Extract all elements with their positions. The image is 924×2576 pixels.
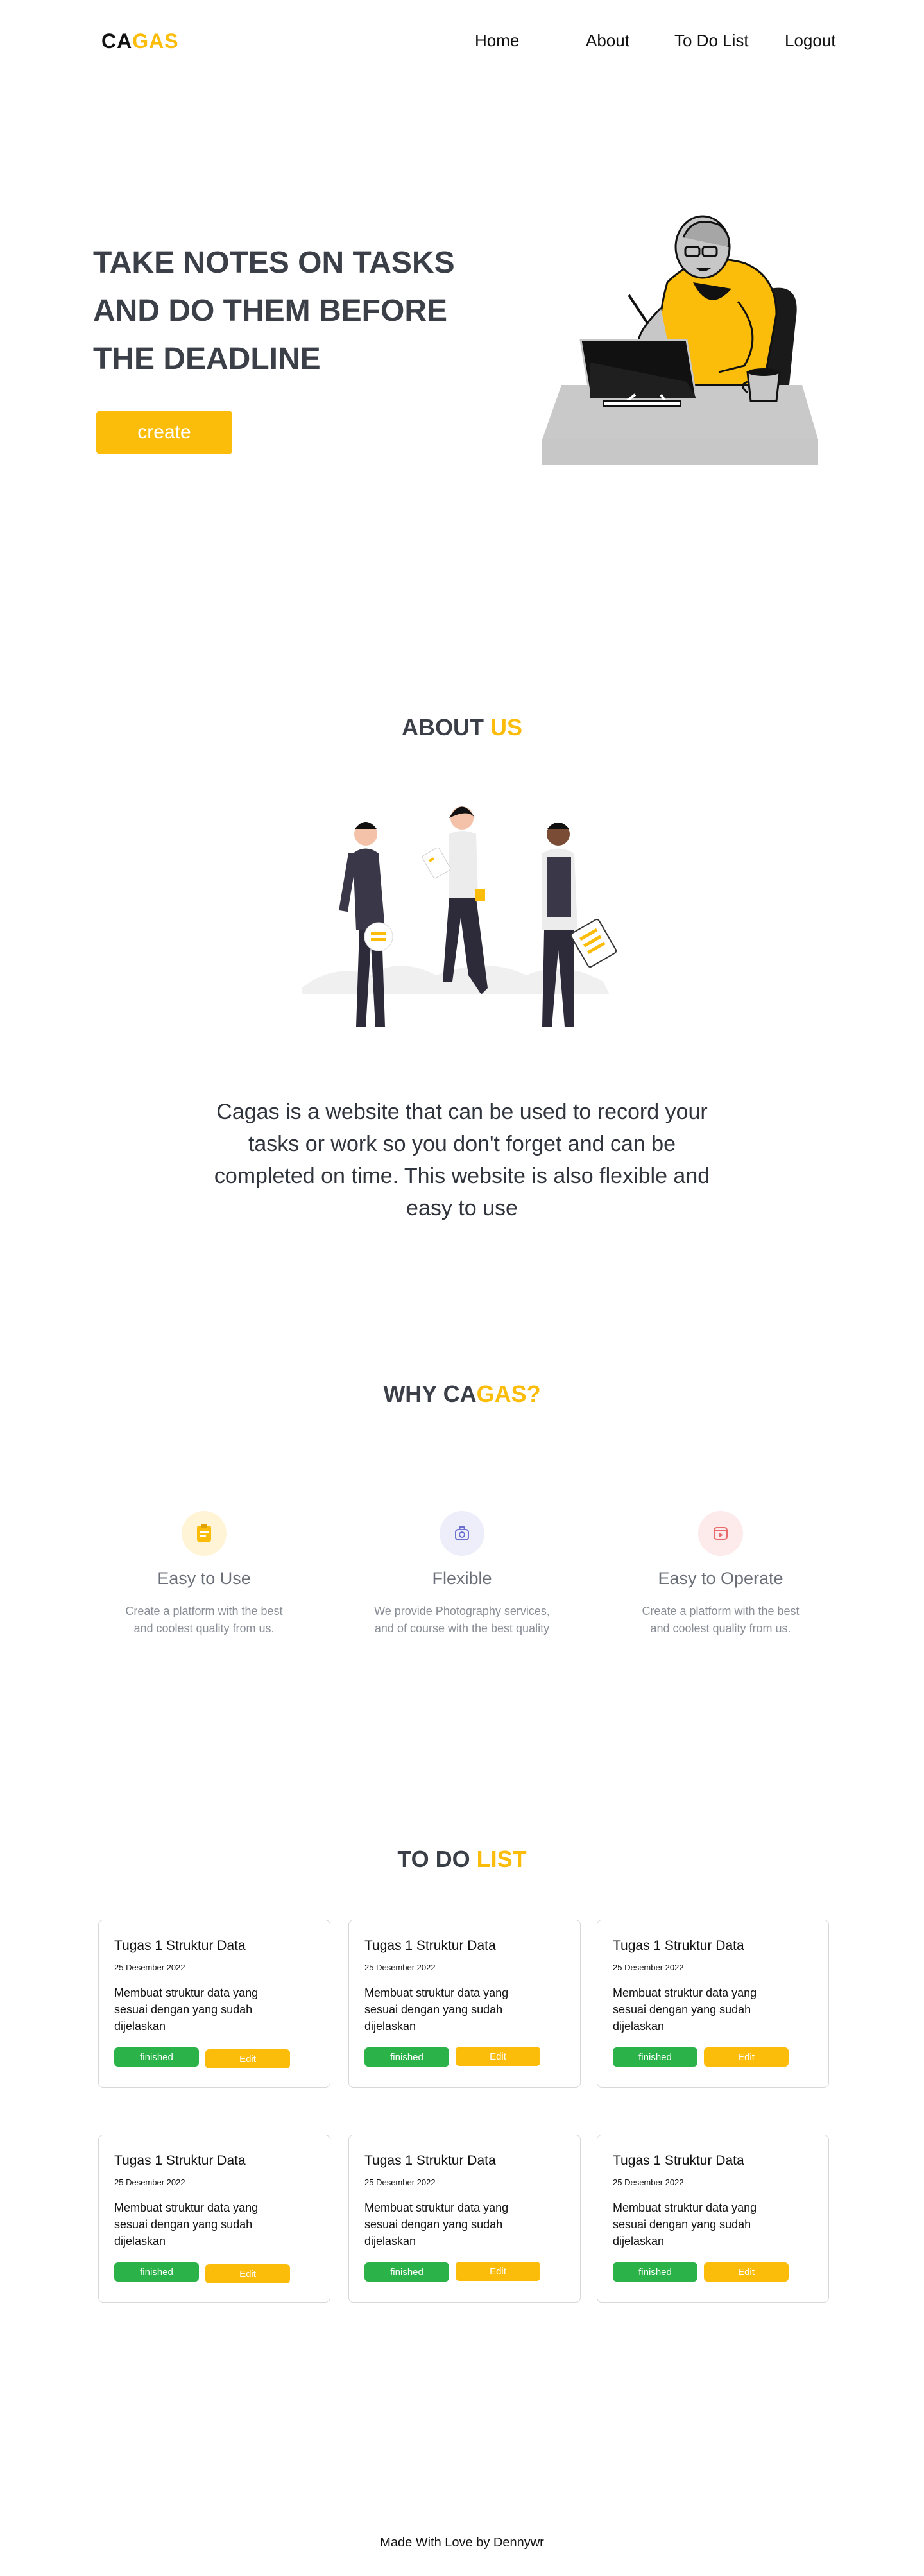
footer-text: Made With Love by Dennywr	[380, 2536, 544, 2550]
todo-card-date: 25 Desember 2022	[364, 2178, 436, 2187]
todo-card-description: Membuat struktur data yang sesuai dengan…	[364, 1986, 509, 2033]
todo-card-date: 25 Desember 2022	[613, 1963, 684, 1972]
todo-card-description: Membuat struktur data yang sesuai dengan…	[613, 2201, 757, 2248]
todo-card-title: Tugas 1 Struktur Data	[114, 1938, 246, 1953]
team-with-notes-illustration	[302, 806, 617, 1027]
todo-card-date: 25 Desember 2022	[613, 2178, 684, 2187]
todo-card-title: Tugas 1 Struktur Data	[114, 2153, 246, 2168]
logo-part-dark: CA	[101, 30, 133, 53]
todo-card: Tugas 1 Struktur Data 25 Desember 2022 M…	[348, 2135, 581, 2303]
camera-bag-icon	[440, 1511, 484, 1556]
finished-button[interactable]: finished	[364, 2262, 449, 2282]
person-working-on-laptop-illustration	[542, 215, 818, 465]
feature-description: We provide Photography services, and of …	[374, 1605, 550, 1635]
finished-button[interactable]: finished	[613, 2262, 697, 2282]
hero-title: TAKE NOTES ON TASKS AND DO THEM BEFORE T…	[93, 239, 478, 383]
about-title-accent: US	[490, 714, 522, 740]
hero-title-line: AND DO THEM BEFORE	[93, 294, 447, 328]
nav-link-todo-list[interactable]: To Do List	[674, 31, 749, 51]
video-play-icon	[698, 1511, 743, 1556]
todo-card-date: 25 Desember 2022	[114, 1963, 185, 1972]
nav-link-about[interactable]: About	[586, 31, 629, 51]
about-title: ABOUT US	[0, 714, 924, 741]
logo-part-accent: GAS	[132, 30, 179, 53]
feature-description: Create a platform with the best and cool…	[125, 1605, 283, 1635]
todo-title-accent: LIST	[476, 1846, 527, 1872]
nav-link-logout[interactable]: Logout	[785, 31, 836, 51]
todo-card-title: Tugas 1 Struktur Data	[613, 2153, 744, 2168]
feature-description: Create a platform with the best and cool…	[642, 1605, 800, 1635]
todo-card: Tugas 1 Struktur Data 25 Desember 2022 M…	[98, 1920, 330, 2088]
notepad-icon	[182, 1511, 227, 1556]
todo-card: Tugas 1 Struktur Data 25 Desember 2022 M…	[348, 1920, 581, 2088]
why-title: WHY CAGAS?	[0, 1381, 924, 1408]
edit-button[interactable]: Edit	[704, 2262, 789, 2282]
feature-easy-to-use: Easy to Use Create a platform with the b…	[95, 1511, 313, 1637]
todo-card-description: Membuat struktur data yang sesuai dengan…	[114, 1986, 259, 2033]
edit-button[interactable]: Edit	[456, 2047, 540, 2066]
todo-card-description: Membuat struktur data yang sesuai dengan…	[364, 2201, 509, 2248]
todo-card-title: Tugas 1 Struktur Data	[364, 1938, 496, 1953]
todo-card-description: Membuat struktur data yang sesuai dengan…	[613, 1986, 757, 2033]
edit-button[interactable]: Edit	[704, 2047, 789, 2067]
logo[interactable]: CAGAS	[101, 30, 179, 53]
hero-title-line: TAKE NOTES ON TASKS	[93, 246, 455, 280]
todo-card-title: Tugas 1 Struktur Data	[364, 2153, 496, 2168]
finished-button[interactable]: finished	[364, 2047, 449, 2067]
todo-card-title: Tugas 1 Struktur Data	[613, 1938, 744, 1953]
navbar: CAGAS Home About To Do List Logout	[0, 0, 924, 83]
feature-flexible: Flexible We provide Photography services…	[353, 1511, 571, 1637]
about-description: Cagas is a website that can be used to r…	[214, 1100, 710, 1220]
todo-card-date: 25 Desember 2022	[114, 2178, 185, 2187]
edit-button[interactable]: Edit	[456, 2262, 540, 2281]
todo-card-description: Membuat struktur data yang sesuai dengan…	[114, 2201, 259, 2248]
todo-title: TO DO LIST	[0, 1846, 924, 1873]
why-title-accent: GAS?	[476, 1381, 541, 1407]
footer: Made With Love by Dennywr	[0, 2536, 924, 2550]
finished-button[interactable]: finished	[114, 2262, 199, 2282]
create-button[interactable]: create	[96, 411, 232, 454]
todo-card: Tugas 1 Struktur Data 25 Desember 2022 M…	[98, 2135, 330, 2303]
feature-title: Easy to Operate	[658, 1569, 783, 1588]
todo-card-date: 25 Desember 2022	[364, 1963, 436, 1972]
hero-title-line: THE DEADLINE	[93, 342, 321, 376]
feature-easy-to-operate: Easy to Operate Create a platform with t…	[612, 1511, 830, 1637]
about-title-part: ABOUT	[401, 714, 490, 740]
feature-title: Flexible	[432, 1569, 492, 1588]
todo-title-part: TO DO	[397, 1846, 477, 1872]
why-title-part: WHY CA	[383, 1381, 477, 1407]
edit-button[interactable]: Edit	[205, 2264, 290, 2283]
nav-link-home[interactable]: Home	[475, 31, 519, 51]
finished-button[interactable]: finished	[613, 2047, 697, 2067]
finished-button[interactable]: finished	[114, 2047, 199, 2067]
edit-button[interactable]: Edit	[205, 2049, 290, 2068]
feature-title: Easy to Use	[157, 1569, 251, 1588]
todo-card: Tugas 1 Struktur Data 25 Desember 2022 M…	[597, 2135, 829, 2303]
todo-card: Tugas 1 Struktur Data 25 Desember 2022 M…	[597, 1920, 829, 2088]
